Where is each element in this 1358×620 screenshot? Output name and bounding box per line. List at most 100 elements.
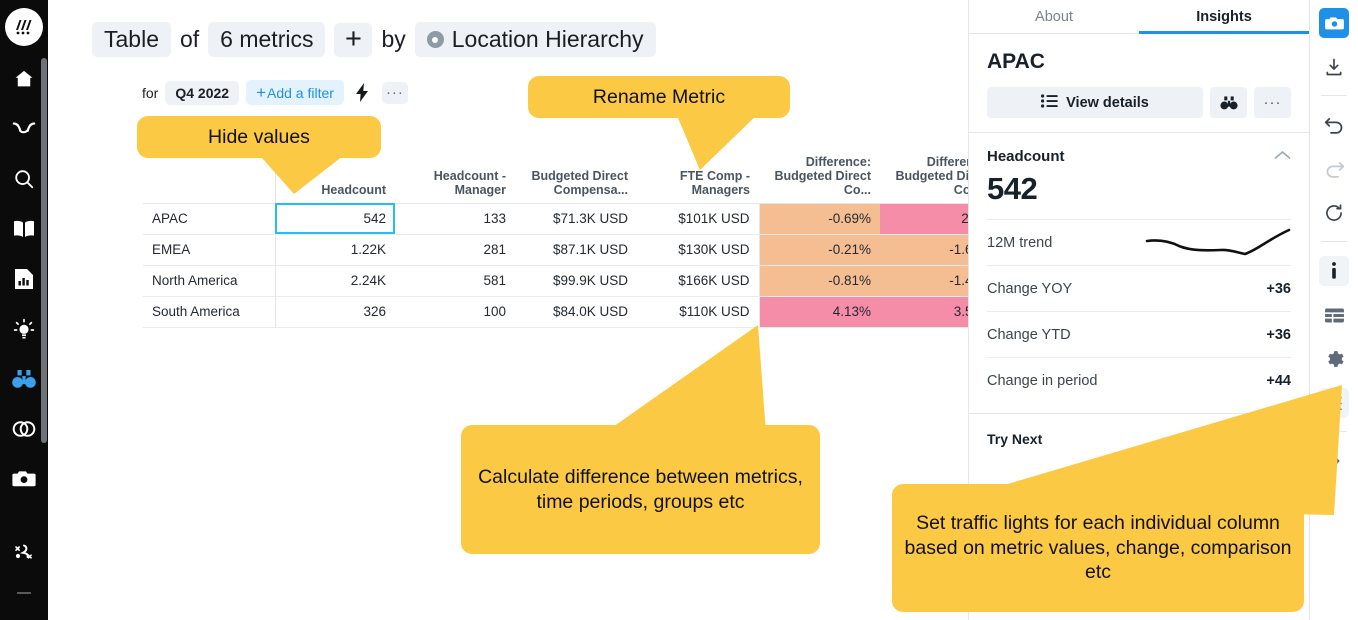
add-filter-label: Add a filter [267,84,334,101]
table-cell-diff_1[interactable]: -0.21% [759,233,880,266]
plus-icon: + [256,83,266,102]
rename-metric-callout-tail [656,112,766,170]
list-icon [1041,93,1058,112]
table-row[interactable]: APAC542133$71.3K USD$101K USD-0.69%2.6% [143,202,1001,235]
panel-header: APAC View details ··· [969,34,1309,133]
table-cell-diff_1[interactable]: -0.81% [759,264,880,297]
panel-more-button[interactable]: ··· [1254,87,1291,118]
camera-icon[interactable] [0,454,48,504]
table-cell-headcount[interactable]: 542 [275,202,395,235]
rail-divider [17,592,31,594]
tool-rail-divider-2 [1321,241,1347,242]
change-ytd-label: Change YTD [987,326,1071,343]
query-filter-bar: for Q4 2022 + Add a filter ··· [142,80,408,105]
query-header: Table of 6 metrics + by Location Hierarc… [92,22,656,57]
chevron-up-icon[interactable] [1274,147,1291,165]
tool-rail [1310,0,1358,620]
redo-icon[interactable] [1319,154,1349,184]
of-label: of [179,26,200,52]
metric-value: 542 [987,171,1038,206]
table-row[interactable]: North America 2.24K 581 $99.9K USD $166K USD… [143,264,1001,297]
table-cell-fte_comp_managers[interactable]: $101K USD [637,202,760,235]
undo-icon[interactable] [1319,110,1349,140]
callout-rename-metric: Rename Metric [528,76,790,118]
view-details-label: View details [1066,94,1149,111]
panel-more-label: ··· [1263,93,1282,111]
column-header-difference-1[interactable]: Difference: Budgeted Direct Co... [759,145,880,204]
calculate-difference-callout-tail [610,325,770,435]
more-options-button[interactable]: ··· [381,81,408,104]
table-body: APAC542133$71.3K USD$101K USD-0.69%2.6%E… [143,202,1001,328]
download-icon[interactable] [1319,52,1349,82]
change-yoy-value: +36 [1266,280,1291,297]
column-header-budgeted-direct-comp[interactable]: Budgeted Direct Compensa... [515,145,637,204]
panel-title: APAC [987,50,1045,73]
table-row-label[interactable]: South America [143,295,276,328]
left-rail-scrollbar[interactable] [41,58,47,443]
app-root: Table of 6 metrics + by Location Hierarc… [0,0,1358,620]
table-cell-fte_comp_managers[interactable]: $110K USD [637,295,760,328]
add-filter-button[interactable]: + Add a filter [246,80,344,105]
dimension-label: Location Hierarchy [451,26,644,52]
refresh-icon[interactable] [1319,198,1349,228]
table-cell-headcount_manager[interactable]: 281 [395,233,515,266]
bolt-icon[interactable] [351,81,375,105]
table-row-label[interactable]: APAC [143,202,276,235]
table-row[interactable]: EMEA1.22K281$87.1K USD$130K USD-0.21%-1.… [143,233,1001,266]
table-row-label[interactable]: North America [143,264,276,297]
app-logo[interactable] [5,8,43,46]
panel-button-row: View details ··· [987,87,1291,118]
metrics-chip[interactable]: 6 metrics [208,22,326,57]
hide-values-callout-tail [236,152,356,194]
metric-section-header[interactable]: Headcount [987,147,1291,165]
by-label: by [381,26,406,52]
metric-row-change-yoy: Change YOY +36 [987,265,1291,311]
panel-tabs: About Insights [969,0,1309,34]
table-cell-headcount_manager[interactable]: 581 [395,264,515,297]
left-nav-rail [0,0,48,620]
metric-section-title: Headcount [987,147,1065,165]
metric-section: Headcount 542 12M trend Change YOY +36 C… [969,133,1309,414]
dimension-chip[interactable]: Location Hierarchy [414,22,656,57]
table-row[interactable]: South America 326 100 $84.0K USD $110K USD 4.… [143,295,1001,328]
tab-insights[interactable]: Insights [1139,0,1309,34]
tab-about[interactable]: About [969,0,1139,33]
table-cell-budgeted_direct_comp[interactable]: $87.1K USD [515,233,637,266]
gear-icon[interactable] [1319,344,1349,374]
table-cell-fte_comp_managers[interactable]: $130K USD [637,233,760,266]
table-cell-headcount_manager[interactable]: 133 [395,202,515,235]
playbook-icon[interactable] [0,528,48,578]
viz-type-chip[interactable]: Table [92,22,171,57]
table-cell-diff_1[interactable]: 4.13% [759,295,880,328]
view-details-button[interactable]: View details [987,87,1203,118]
table-cell-headcount_manager[interactable]: 100 [395,295,515,328]
period-chip[interactable]: Q4 2022 [165,80,240,105]
table-icon[interactable] [1319,300,1349,330]
table-cell-headcount[interactable]: 1.22K [275,233,395,266]
sparkline-chart [1145,226,1291,260]
camera-icon[interactable] [1319,8,1349,38]
callout-traffic-lights: Set traffic lights for each individual c… [892,484,1304,612]
tool-rail-divider [1321,95,1347,96]
table-row-label[interactable]: EMEA [143,233,276,266]
trend-label: 12M trend [987,234,1053,251]
table-cell-diff_1[interactable]: -0.69% [759,202,880,235]
callout-hide-values: Hide values [137,116,381,158]
change-ytd-value: +36 [1266,326,1291,343]
add-metric-button[interactable]: + [334,22,373,57]
table-cell-budgeted_direct_comp[interactable]: $99.9K USD [515,264,637,297]
metric-row-trend: 12M trend [987,219,1291,265]
callout-calculate-difference: Calculate difference between metrics, ti… [461,425,820,554]
panel-binoculars-button[interactable] [1210,87,1247,118]
for-label: for [142,84,159,101]
table-cell-budgeted_direct_comp[interactable]: $71.3K USD [515,202,637,235]
info-icon[interactable] [1319,256,1349,286]
table-cell-headcount[interactable]: 2.24K [275,264,395,297]
table-cell-fte_comp_managers[interactable]: $166K USD [637,264,760,297]
table-cell-budgeted_direct_comp[interactable]: $84.0K USD [515,295,637,328]
table-cell-headcount[interactable]: 326 [275,295,395,328]
dimension-dot-icon [426,31,444,48]
metric-row-change-ytd: Change YTD +36 [987,311,1291,357]
change-yoy-label: Change YOY [987,280,1073,297]
column-header-headcount-manager[interactable]: Headcount - Manager [395,145,515,204]
